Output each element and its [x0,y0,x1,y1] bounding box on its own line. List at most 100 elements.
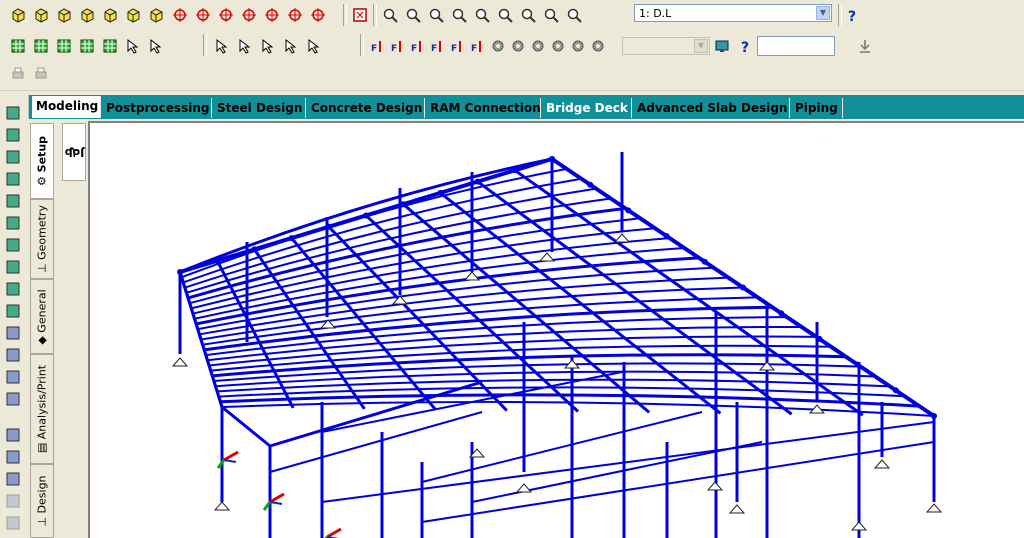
chain-icon[interactable] [588,36,608,56]
geometry-select-icon[interactable] [3,213,23,233]
tab-modeling[interactable]: Modeling [32,96,101,118]
translate-icon[interactable] [3,301,23,321]
structure-model-drawing[interactable] [90,123,1024,538]
node-marker[interactable] [778,310,785,317]
isometric-view-icon[interactable] [8,5,28,25]
misc-icon[interactable] [3,491,23,511]
pan-icon[interactable] [518,5,538,25]
side-tab-design[interactable]: ⊥ Design [30,464,54,538]
support-symbol[interactable] [850,521,868,531]
rotate-down-icon[interactable] [193,5,213,25]
node-marker[interactable] [701,258,708,265]
section-icon[interactable] [3,447,23,467]
solid-select-icon[interactable] [3,191,23,211]
support-symbol[interactable] [171,357,189,367]
node-marker[interactable] [854,361,861,368]
tab-bridge-deck[interactable]: Bridge Deck [542,98,632,118]
pointer-icon[interactable] [3,125,23,145]
color-icon[interactable] [548,36,568,56]
spin-right-icon[interactable] [285,5,305,25]
display-box-icon[interactable] [350,5,370,25]
line-select-icon[interactable] [3,235,23,255]
dynamic-zoom-icon[interactable] [449,5,469,25]
node-marker[interactable] [663,233,670,240]
right-view-icon[interactable] [100,5,120,25]
node-marker[interactable] [288,235,295,242]
cut-select-icon[interactable] [3,257,23,277]
node-marker[interactable] [177,269,183,275]
support-symbol[interactable] [213,501,231,511]
side-tab-general[interactable]: ◆ General [30,279,54,354]
side-tab-analysis-print[interactable]: ▤ Analysis/Print [30,354,54,464]
fz-icon[interactable]: F [408,36,428,56]
move-icon[interactable] [3,279,23,299]
surface-cursor-icon[interactable] [100,36,120,56]
job-tab[interactable]: -? Job [62,123,86,181]
value-field[interactable] [757,36,835,56]
bottom-view-icon[interactable] [146,5,166,25]
design-icon[interactable] [3,469,23,489]
support-symbol[interactable] [538,252,556,262]
insert-node-icon[interactable] [258,36,278,56]
rotate-right-icon[interactable] [239,5,259,25]
node-marker[interactable] [325,223,332,230]
link-icon[interactable] [235,36,255,56]
support-symbol[interactable] [515,483,533,493]
node-marker[interactable] [363,212,369,219]
beam-member[interactable] [221,405,271,448]
node-marker[interactable] [625,207,632,214]
beam-select-icon[interactable] [3,147,23,167]
monitor-icon[interactable] [712,36,732,56]
node-marker[interactable] [400,201,407,208]
pencil-icon[interactable] [568,36,588,56]
purlin[interactable] [221,400,935,417]
shape-icon[interactable] [508,36,528,56]
query-icon[interactable]: ? [735,36,755,56]
magnifier-icon[interactable] [541,5,561,25]
zoom-previous-icon[interactable] [495,5,515,25]
results-icon[interactable] [3,425,23,445]
node-select-icon[interactable] [3,103,23,123]
download-icon[interactable] [855,36,875,56]
node-marker[interactable] [816,335,823,342]
plate-cursor-icon[interactable] [54,36,74,56]
mx-icon[interactable]: F [428,36,448,56]
tag-icon[interactable] [488,36,508,56]
node-marker[interactable] [892,387,899,394]
node-marker[interactable] [437,189,444,196]
tab-steel-design[interactable]: Steel Design [213,98,306,118]
left-view-icon[interactable] [77,5,97,25]
tab-advanced-slab-design[interactable]: Advanced Slab Design [633,98,790,118]
solid-cursor-icon[interactable] [77,36,97,56]
support-symbol[interactable] [728,504,746,514]
zoom-extents-icon[interactable] [564,5,584,25]
support-symbol[interactable] [613,233,631,243]
rotate-node-icon[interactable] [3,345,23,365]
fy-icon[interactable]: F [388,36,408,56]
grey-icon[interactable] [3,513,23,533]
node-marker[interactable] [511,167,518,174]
zoom-out-icon[interactable] [403,5,423,25]
zoom-all-icon[interactable] [472,5,492,25]
split-icon[interactable] [3,367,23,387]
display-settings-icon[interactable] [123,36,143,56]
model-viewport[interactable] [88,121,1024,538]
tab-postprocessing[interactable]: Postprocessing [102,98,212,118]
node-marker[interactable] [214,257,221,264]
animation-icon[interactable] [31,64,51,84]
spin-left-icon[interactable] [262,5,282,25]
front-view-icon[interactable] [31,5,51,25]
property-select[interactable]: ▼ [622,37,710,55]
node-marker[interactable] [474,178,481,185]
zoom-in-icon[interactable] [380,5,400,25]
rotate-left-icon[interactable] [216,5,236,25]
node-marker[interactable] [549,156,555,162]
top-view-icon[interactable] [123,5,143,25]
my-icon[interactable]: F [468,36,488,56]
beam-member[interactable] [178,271,224,408]
side-tab-geometry[interactable]: ⊥ Geometry [30,199,54,279]
support-symbol[interactable] [925,503,943,513]
zoom-window-icon[interactable] [426,5,446,25]
tab-concrete-design[interactable]: Concrete Design [307,98,425,118]
add-node-icon[interactable] [3,323,23,343]
